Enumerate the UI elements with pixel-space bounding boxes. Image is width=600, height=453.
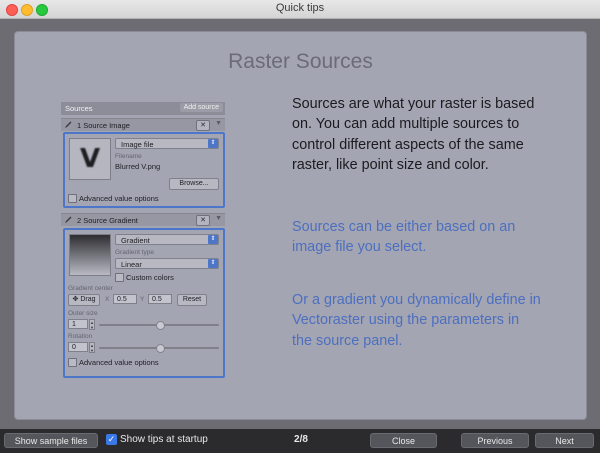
rotation-slider-knob [155,344,165,353]
outer-size-stepper: ▲ ▼ [89,319,95,330]
filename-value: Blurred V.png [115,162,161,171]
show-sample-files-button[interactable]: Show sample files [4,433,98,448]
rotation-stepper: ▲ ▼ [89,342,95,353]
image-thumbnail: V [69,138,111,180]
tip-title: Raster Sources [228,50,373,73]
tip-gradient-text: Or a gradient you dynamically define in … [292,292,541,349]
gradient-source-type-value: Gradient [121,236,150,245]
browse-button: Browse... [169,178,219,190]
center-x-field: 0.5 [113,294,137,304]
select-arrows-icon: ⇕ [208,259,218,268]
source-image-body: V Image file ⇕ Filename Blurred V.png Br… [63,132,225,208]
drag-button: ✥ Drag [68,294,100,306]
source-gradient-label: 2 Source Gradient [77,215,138,225]
next-button[interactable]: Next [535,433,594,448]
page-indicator: 2/8 [294,434,308,445]
tip-main-text: Sources are what your raster is based on… [292,96,535,174]
source-image-label: 1 Source Image [77,120,130,130]
gradient-thumbnail [69,234,111,276]
window-title: Quick tips [275,2,325,14]
filename-label: Filename [115,153,142,160]
rotation-field: 0 [68,342,88,352]
bottom-bar: Show sample files ✓ Show tips at startup… [0,429,600,453]
select-arrows-icon: ⇕ [208,235,218,244]
quick-tips-window: Quick tips Raster Sources Sources Add so… [0,0,600,453]
reset-button: Reset [177,294,207,306]
x-label: X [105,296,110,303]
previous-button[interactable]: Previous [461,433,529,448]
source-panel-illustration: Sources Add source 1 Source Image ✕ ▼ V … [61,102,225,380]
drag-label: Drag [80,296,96,303]
remove-source-icon: ✕ [196,215,210,226]
outer-size-label: Outer size [68,310,98,317]
rotation-label: Rotation [68,333,93,340]
source-image-section-bar: 1 Source Image ✕ ▼ [61,118,225,131]
show-tips-checkbox[interactable]: ✓ [106,434,117,445]
source-type-value: Image file [121,140,154,149]
advanced-options-label: Advanced value options [79,358,159,367]
advanced-options-checkbox [68,194,77,203]
eyedropper-icon [65,121,72,128]
close-button[interactable]: Close [370,433,437,448]
source-type-select: Image file ⇕ [115,138,219,149]
source-gradient-section-bar: 2 Source Gradient ✕ ▼ [61,213,225,226]
gradient-type-select: Linear ⇕ [115,258,219,269]
collapse-chevron-icon: ▼ [215,120,222,127]
gradient-center-label: Gradient center [68,285,113,292]
gradient-type-value: Linear [121,260,142,269]
gradient-source-type-select: Gradient ⇕ [115,234,219,245]
sources-header-label: Sources [65,104,93,113]
show-tips-label[interactable]: Show tips at startup [120,434,208,445]
select-arrows-icon: ⇕ [208,139,218,148]
source-gradient-body: Gradient ⇕ Gradient type Linear ⇕ Custom… [63,228,225,378]
collapse-chevron-icon: ▼ [215,215,222,222]
gradient-type-label: Gradient type [115,249,155,256]
center-y-field: 0.5 [148,294,172,304]
outer-size-slider-knob [155,321,165,330]
eyedropper-icon [65,216,72,223]
sources-header: Sources Add source [61,102,225,115]
advanced-options-checkbox [68,358,77,367]
tip-image-file-text: Sources can be either based on an image … [292,219,516,256]
outer-size-field: 1 [68,319,88,329]
add-source-button: Add source [179,103,223,112]
custom-colors-label: Custom colors [126,273,174,282]
y-label: Y [140,296,145,303]
tip-panel: Raster Sources Sources Add source 1 Sour… [14,31,587,420]
custom-colors-checkbox [115,273,124,282]
remove-source-icon: ✕ [196,120,210,131]
advanced-options-label: Advanced value options [79,194,159,203]
title-bar: Quick tips [0,0,600,19]
thumbnail-letter: V [79,144,101,174]
